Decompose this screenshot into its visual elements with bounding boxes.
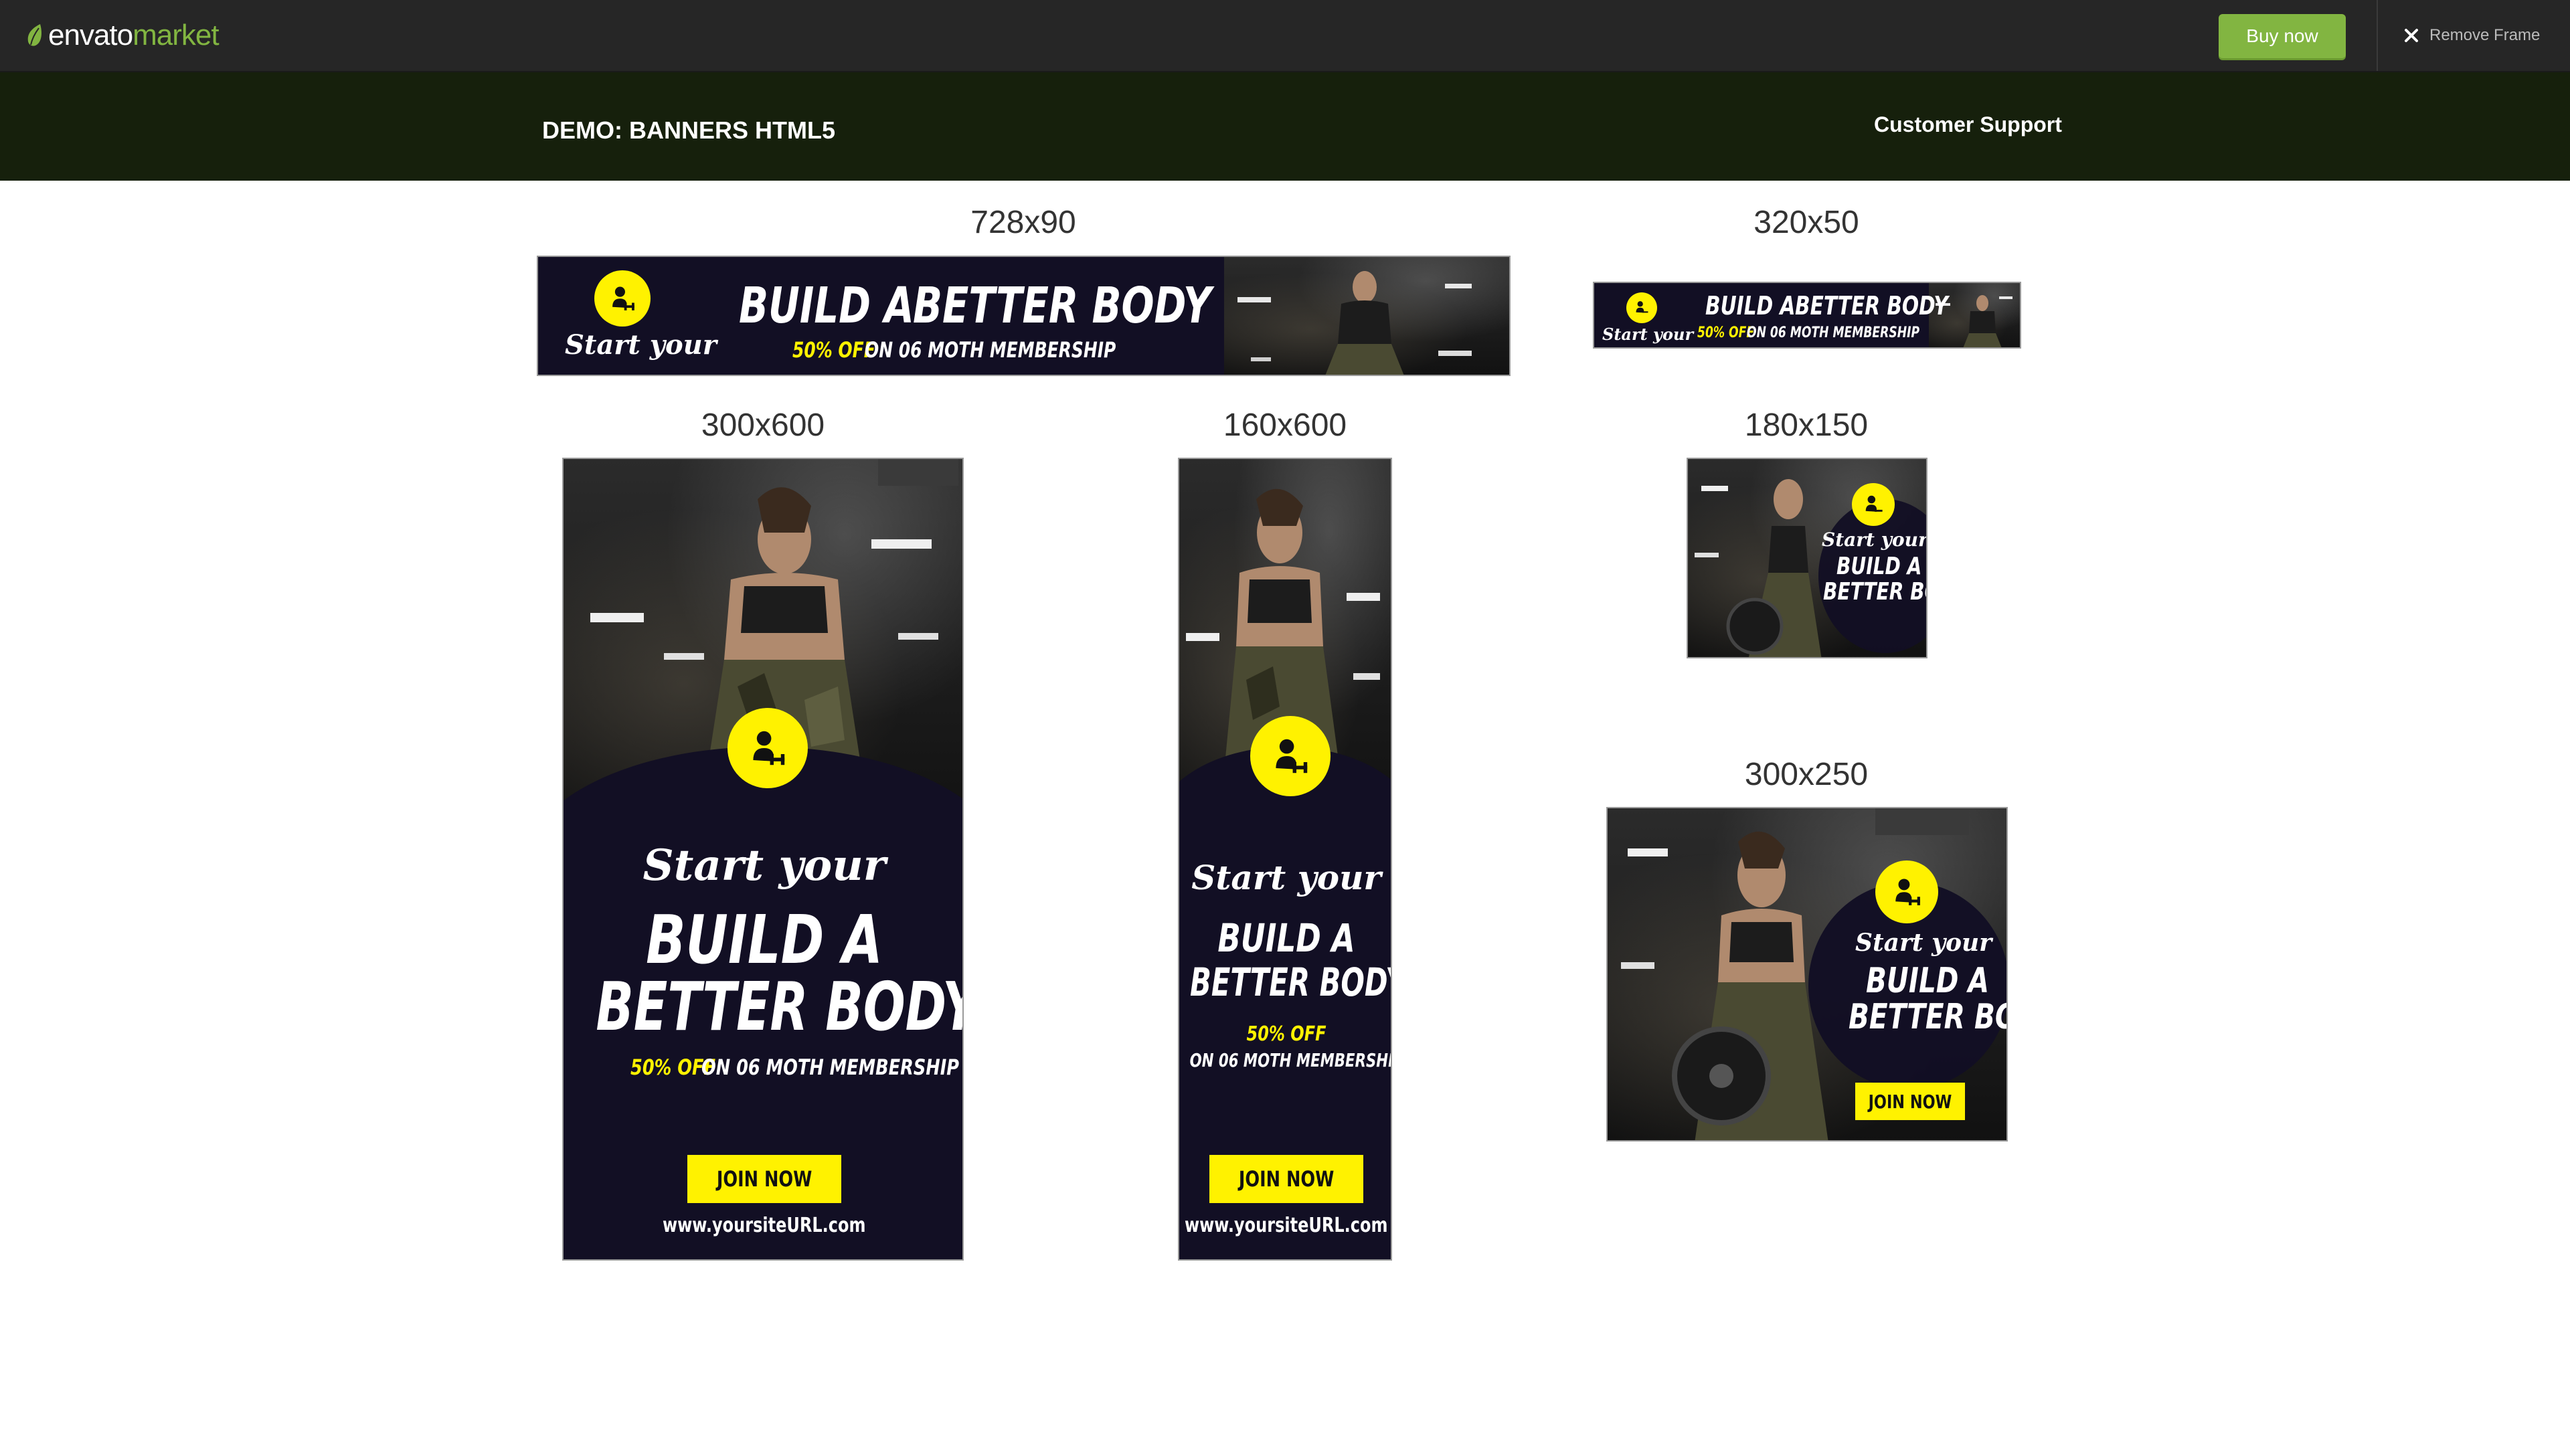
banner-headline-b: BETTER BODY <box>1849 997 2006 1037</box>
size-label-180x150: 180x150 <box>1744 407 1869 443</box>
size-label-300x250: 300x250 <box>1744 757 1869 792</box>
banner-script-text: Start your <box>1191 858 1381 897</box>
leaf-icon <box>27 24 41 46</box>
site-url: www.yoursiteURL.com <box>1179 1214 1391 1237</box>
join-now-button[interactable]: JOIN NOW <box>687 1155 841 1203</box>
buy-now-button[interactable]: Buy now <box>2219 14 2346 58</box>
banner-300x250[interactable]: Start your BUILD A BETTER BODY JOIN NOW <box>1606 807 2008 1142</box>
banner-headline-b: BETTER BODY <box>1190 960 1392 1005</box>
dumbbell-user-icon <box>1875 860 1938 923</box>
size-label-300x600: 300x600 <box>701 407 825 443</box>
banner-headline-a: BUILD A <box>1705 291 1796 321</box>
banner-headline-a: BUILD A <box>1866 961 1989 1001</box>
dumbbell-user-icon <box>1852 483 1895 526</box>
join-now-label: JOIN NOW <box>1238 1166 1335 1192</box>
offer-text: ON 06 MOTH MEMBERSHIP <box>1189 1049 1392 1071</box>
banner-script-text: Start your <box>1855 929 1992 957</box>
size-label-160x600: 160x600 <box>1223 407 1347 443</box>
envato-market-logo[interactable]: envato market <box>25 19 220 52</box>
topbar-divider <box>2377 0 2378 71</box>
offer-highlight: 50% OFF <box>1697 325 1755 341</box>
dumbbell-user-icon <box>1626 292 1657 323</box>
logo-envato-text: envato <box>48 19 133 52</box>
remove-frame-button[interactable]: Remove Frame <box>2404 20 2540 51</box>
dumbbell-user-icon <box>594 270 651 327</box>
offer-text: ON 06 MOTH MEMBERSHIP <box>865 337 1116 363</box>
join-now-label: JOIN NOW <box>1868 1090 1952 1113</box>
site-url-text: www.yoursiteURL.com <box>663 1214 866 1237</box>
banner-180x150[interactable]: Start your BUILD A BETTER BODY <box>1687 458 1928 658</box>
banner-script-text: Start your <box>1822 529 1928 551</box>
offer-text: ON 06 MOTH MEMBERSHIP <box>701 1055 959 1080</box>
banner-headline-a: BUILD A <box>1217 915 1355 961</box>
dumbbell-user-icon <box>727 708 808 788</box>
banner-headline-a: BUILD A <box>739 277 914 335</box>
join-now-label: JOIN NOW <box>716 1166 812 1192</box>
size-label-728x90: 728x90 <box>970 205 1076 240</box>
offer-highlight: 50% OFF <box>792 337 875 363</box>
banner-728x90[interactable]: Start your BUILD A BETTER BODY 50% OFF O… <box>537 256 1511 376</box>
size-label-320x50: 320x50 <box>1753 205 1859 240</box>
site-url-text: www.yoursiteURL.com <box>1185 1214 1388 1237</box>
join-now-button[interactable]: JOIN NOW <box>1855 1083 1965 1120</box>
banner-160x600[interactable]: Start your BUILD A BETTER BODY 50% OFF O… <box>1178 458 1392 1261</box>
banner-headline-b: BETTER BODY <box>596 968 964 1046</box>
banner-headline-b: BETTER BODY <box>913 277 1211 335</box>
offer-text: ON 06 MOTH MEMBERSHIP <box>1747 325 1920 341</box>
dumbbell-user-icon <box>1250 716 1331 796</box>
banner-300x600[interactable]: Start your BUILD A BETTER BODY 50% OFF O… <box>562 458 964 1261</box>
site-url: www.yoursiteURL.com <box>564 1214 962 1237</box>
close-icon <box>2405 29 2418 42</box>
banner-320x50[interactable]: Start your BUILD A BETTER BODY 50% OFF O… <box>1593 282 2021 349</box>
banner-script-text: Start your <box>1602 325 1694 344</box>
banner-headline-a: BUILD A <box>1836 553 1922 580</box>
logo-market-text: market <box>133 19 219 52</box>
offer-highlight: 50% OFF <box>1246 1022 1326 1046</box>
customer-support-link[interactable]: Customer Support <box>1874 112 2062 137</box>
demo-header: DEMO: BANNERS HTML5 Customer Support <box>0 72 2570 181</box>
banner-script-text: Start your <box>565 329 717 361</box>
remove-frame-label: Remove Frame <box>2429 26 2541 44</box>
banner-script-text: Start your <box>642 840 886 891</box>
page-title: DEMO: BANNERS HTML5 <box>542 116 835 144</box>
banner-headline-b: BETTER BODY <box>1823 578 1926 606</box>
envato-topbar: envato market Buy now Remove Frame <box>0 0 2570 72</box>
banner-headline-b: BETTER BODY <box>1795 291 1948 321</box>
athlete-photo <box>1224 257 1509 375</box>
join-now-button[interactable]: JOIN NOW <box>1209 1155 1363 1203</box>
